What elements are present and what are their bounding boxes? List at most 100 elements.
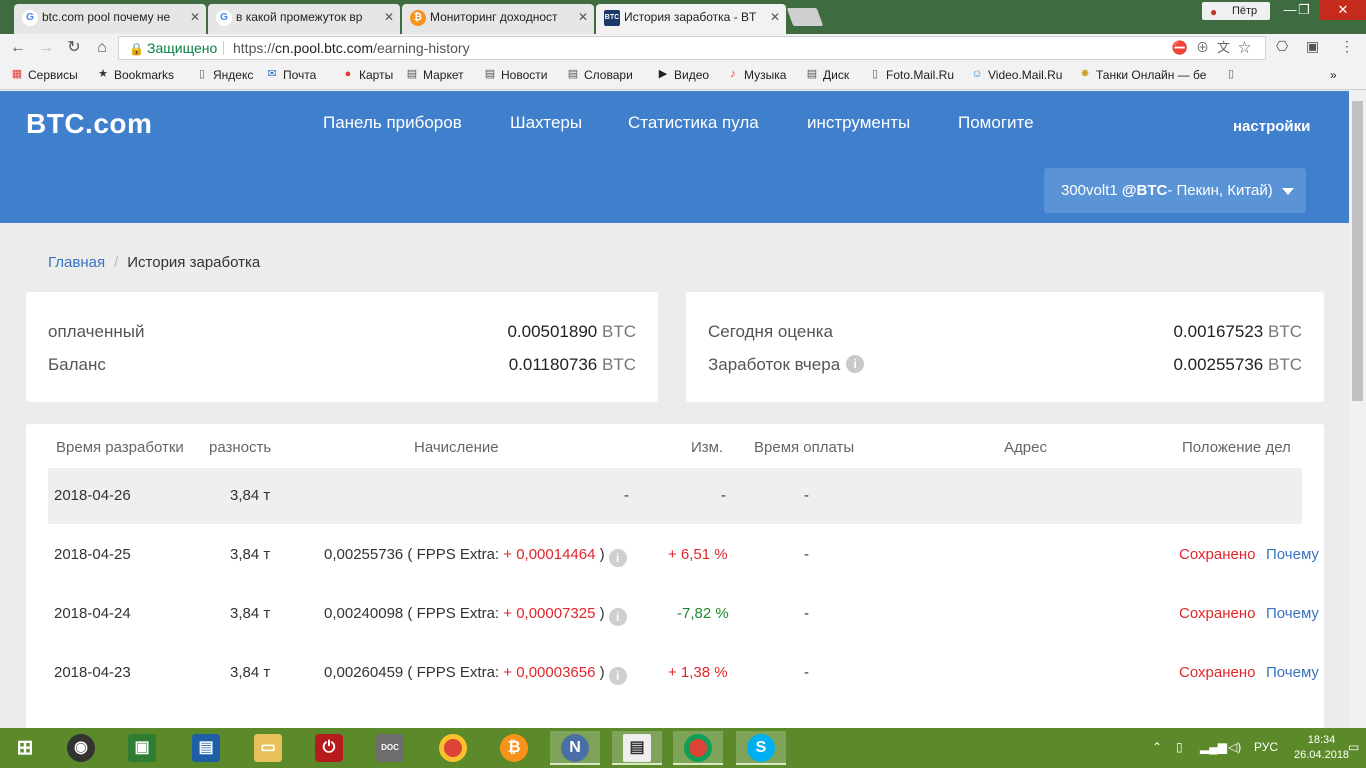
doc-app-icon: DOC	[376, 734, 404, 762]
nav-dashboard[interactable]: Панель приборов	[323, 113, 462, 133]
bookmark-video[interactable]: ▶ Видео	[656, 68, 709, 82]
nav-pool-stats[interactable]: Статистика пула	[628, 113, 759, 133]
account-name: 300volt1	[1061, 182, 1118, 199]
taskbar-app[interactable]: ▤	[181, 731, 231, 765]
bookmark-news[interactable]: ▤ Новости	[483, 68, 548, 82]
cast-icon[interactable]: ▣	[1306, 38, 1319, 55]
home-icon[interactable]: ⌂	[92, 38, 112, 58]
bookmark-music[interactable]: ♪ Музыка	[726, 68, 786, 82]
account-selector[interactable]: 300volt1 @BTC- Пекин, Китай)	[1044, 168, 1306, 213]
bookmark-foto-mail[interactable]: ▯ Foto.Mail.Ru	[868, 68, 954, 82]
reload-icon[interactable]: ↻	[64, 38, 84, 58]
breadcrumb-home[interactable]: Главная	[48, 254, 105, 271]
site-logo[interactable]: BTC.com	[26, 108, 152, 140]
menu-icon[interactable]: ⋮	[1340, 38, 1354, 55]
taskbar-app[interactable]	[673, 731, 723, 765]
bookmark-maps[interactable]: ● Карты	[341, 68, 394, 82]
settings-link[interactable]: настройки	[1233, 118, 1310, 135]
info-icon[interactable]: i	[608, 667, 627, 685]
row-date: 2018-04-26	[54, 487, 131, 504]
taskbar-app[interactable]: ◉	[56, 731, 106, 765]
bookmark-services[interactable]: ▦ Сервисы	[10, 68, 78, 82]
notifications-icon[interactable]: ▭	[1348, 740, 1359, 754]
system-clock[interactable]: 18:34 26.04.2018	[1294, 733, 1349, 763]
bitcoin-app-icon: ₿	[500, 734, 528, 762]
bookmark-label: Танки Онлайн — бе	[1096, 68, 1207, 82]
page-scrollbar[interactable]	[1349, 91, 1366, 728]
new-tab-button[interactable]	[786, 8, 824, 26]
taskbar-app[interactable]: ⏻	[304, 731, 354, 765]
taskbar-app[interactable]: ▤	[612, 731, 662, 765]
tab-google-2[interactable]: G в какой промежуток вр ✕	[208, 4, 400, 34]
nav-tools[interactable]: инструменты	[807, 113, 910, 133]
battery-icon[interactable]: ▯	[1176, 740, 1183, 754]
nav-miners[interactable]: Шахтеры	[510, 113, 582, 133]
translate-icon[interactable]: 文	[1217, 40, 1238, 55]
forward-icon[interactable]: →	[36, 38, 56, 58]
profile-button[interactable]: ● Пётр	[1202, 2, 1270, 20]
row-paid-time: -	[804, 664, 809, 681]
language-indicator[interactable]: РУС	[1254, 740, 1278, 754]
bookmark-tanki[interactable]: ✸ Танки Онлайн — бе	[1078, 68, 1214, 82]
balance-amount: 0.01180736	[508, 355, 598, 374]
header-difficulty: разность	[209, 439, 272, 456]
bookmark-dictionary[interactable]: ▤ Словари	[566, 68, 633, 82]
close-tab-icon[interactable]: ✕	[190, 4, 200, 30]
bookmark-video-mail[interactable]: ☺ Video.Mail.Ru	[970, 68, 1062, 82]
taskbar-app[interactable]: ▭	[243, 731, 293, 765]
site-header: BTC.com Панель приборов Шахтеры Статисти…	[0, 91, 1349, 223]
google-icon: G	[216, 10, 232, 26]
extension-icon[interactable]: ⎔	[1276, 38, 1288, 55]
bookmark-star-icon[interactable]: ☆	[1238, 40, 1259, 55]
bookmark-yandex[interactable]: ▯ Яндекс	[195, 68, 253, 82]
row-amount-close: )	[599, 664, 605, 681]
back-icon[interactable]: ←	[8, 38, 28, 58]
tab-google-1[interactable]: G btc.com pool почему не ✕	[14, 4, 206, 34]
zoom-icon[interactable]: ⊕	[1196, 40, 1217, 55]
bookmark-label: Video.Mail.Ru	[988, 68, 1063, 82]
tab-mining-monitor[interactable]: ₿ Мониторинг доходност ✕	[402, 4, 594, 34]
fpps-extra-label: FPPS Extra:	[416, 605, 500, 622]
taskbar-app[interactable]	[428, 731, 478, 765]
bookmark-mail[interactable]: ✉ Почта	[265, 68, 316, 82]
taskbar-app[interactable]: ▣	[117, 731, 167, 765]
page-viewport: BTC.com Панель приборов Шахтеры Статисти…	[0, 91, 1349, 728]
info-icon[interactable]: i	[608, 608, 627, 626]
row-amount: 0,00240098 ( FPPS Extra: + 0,00007325 ) i	[324, 586, 627, 642]
bookmarks-more-button[interactable]: »	[1330, 68, 1337, 82]
why-link[interactable]: Почему	[1266, 586, 1319, 642]
market-icon: ▤	[406, 68, 418, 80]
row-amount: 0,00255736 ( FPPS Extra: + 0,00014464 ) i	[324, 527, 627, 583]
why-link[interactable]: Почему	[1266, 527, 1319, 583]
info-icon[interactable]: i	[608, 549, 627, 567]
close-window-icon[interactable]: ✕	[1320, 0, 1366, 20]
close-tab-icon[interactable]: ✕	[384, 4, 394, 30]
bookmark-bookmarks[interactable]: ★ Bookmarks	[96, 68, 174, 82]
taskbar-app[interactable]: DOC	[365, 731, 415, 765]
network-icon[interactable]: ▂▄▆	[1200, 740, 1227, 754]
address-bar[interactable]: 🔒 Защищено https://cn.pool.btc.com/earni…	[118, 36, 1266, 60]
blocked-content-icon[interactable]: ⛔	[1172, 40, 1196, 55]
bookmark-market[interactable]: ▤ Маркет	[405, 68, 464, 82]
taskbar-app[interactable]: ₿	[489, 731, 539, 765]
btc-com-icon: BTC	[604, 10, 620, 26]
start-button[interactable]: ⊞	[0, 731, 50, 765]
restore-icon[interactable]: ❐	[1290, 0, 1318, 20]
nav-help[interactable]: Помогите	[958, 113, 1034, 133]
why-link[interactable]: Почему	[1266, 645, 1319, 701]
info-icon[interactable]: i	[846, 355, 865, 373]
table-row: 2018-04-24 3,84 т 0,00240098 ( FPPS Extr…	[48, 586, 1319, 642]
close-tab-icon[interactable]: ✕	[578, 4, 588, 30]
taskbar-app[interactable]: S	[736, 731, 786, 765]
paid-unit: BTC	[602, 322, 636, 341]
taskbar-app[interactable]: N	[550, 731, 600, 765]
tab-earning-history[interactable]: BTC История заработка - BT ✕	[596, 4, 786, 34]
tray-chevron-icon[interactable]: ⌃	[1152, 740, 1162, 754]
window-app-icon: ▤	[623, 734, 651, 762]
volume-icon[interactable]: ◁)	[1228, 740, 1241, 754]
yesterday-earnings-amount: 0.00255736	[1173, 355, 1264, 374]
scrollbar-thumb[interactable]	[1352, 101, 1363, 401]
close-tab-icon[interactable]: ✕	[770, 4, 780, 30]
bookmark-label: Диск	[823, 68, 850, 82]
bookmark-disk[interactable]: ▤ Диск	[805, 68, 849, 82]
